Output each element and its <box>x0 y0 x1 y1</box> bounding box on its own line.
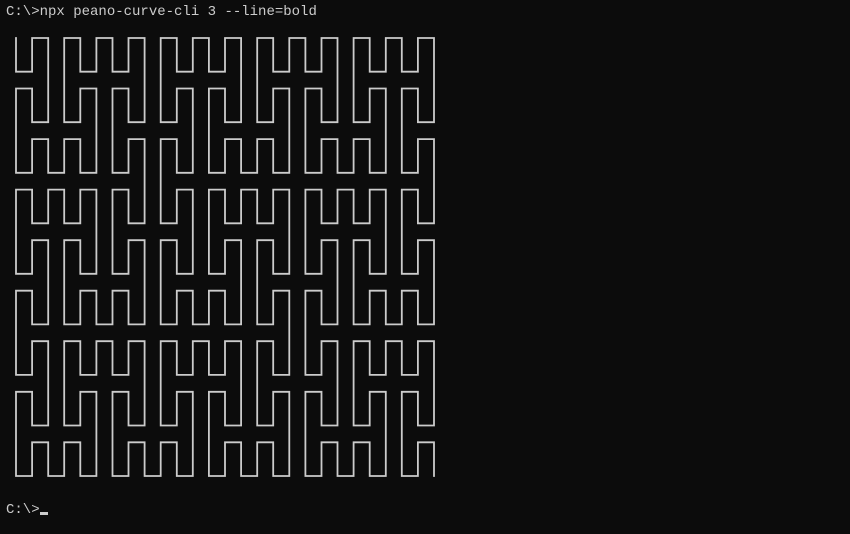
cursor <box>40 512 48 515</box>
prompt-1: C:\> <box>6 4 40 20</box>
command-line-1: C:\> npx peano-curve-cli 3 --line=bold <box>6 4 844 22</box>
curve-output <box>10 32 844 482</box>
peano-curve-svg <box>10 32 440 482</box>
command-text: npx peano-curve-cli 3 --line=bold <box>40 4 317 20</box>
prompt-2: C:\> <box>6 502 40 518</box>
command-line-2[interactable]: C:\> <box>6 502 844 520</box>
